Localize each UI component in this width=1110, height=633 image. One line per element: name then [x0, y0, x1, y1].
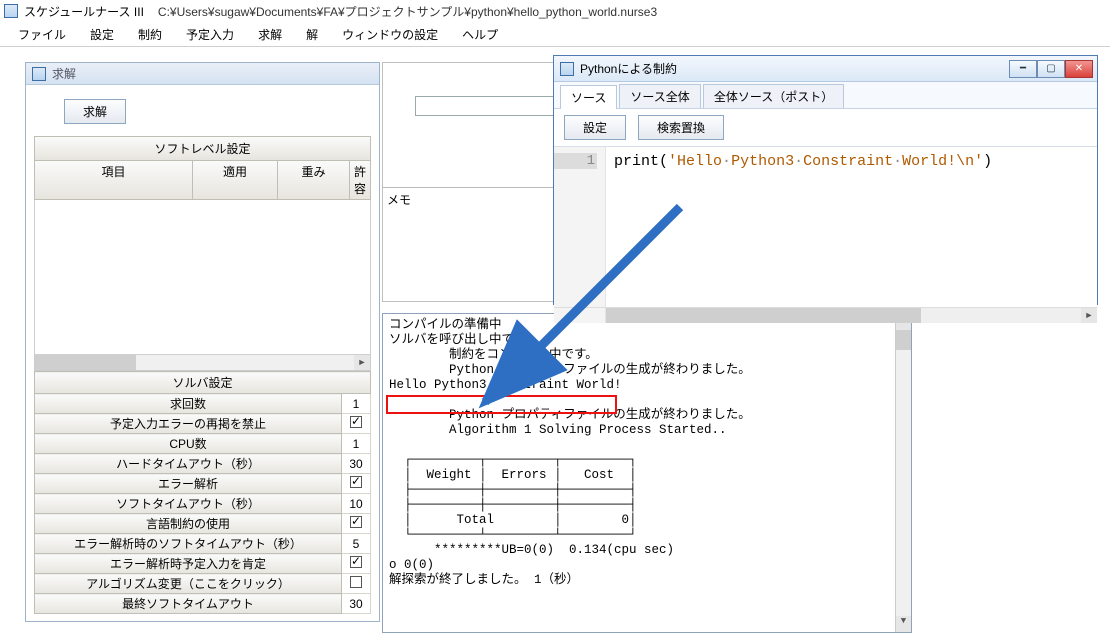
table-row[interactable]: エラー解析時のソフトタイムアウト（秒）5: [35, 534, 371, 554]
row-label: アルゴリズム変更（ここをクリック）: [35, 574, 342, 594]
solve-window-titlebar[interactable]: 求解: [26, 63, 379, 85]
row-value[interactable]: [342, 414, 371, 434]
scroll-right-icon[interactable]: ►: [354, 355, 370, 370]
tab-source-all[interactable]: ソース全体: [619, 84, 700, 108]
memo-label: メモ: [387, 191, 411, 208]
code-hscroll[interactable]: ◄ ►: [554, 307, 1097, 323]
checkbox[interactable]: [350, 516, 362, 528]
app-icon: [4, 4, 18, 18]
tab-source[interactable]: ソース: [560, 85, 617, 109]
scroll-thumb[interactable]: [35, 355, 136, 370]
python-constraint-window: Pythonによる制約 ━ ▢ ✕ ソース ソース全体 全体ソース（ポスト） 設…: [553, 55, 1098, 305]
window-icon: [32, 67, 46, 81]
soft-level-columns: 項目 適用 重み 許容: [34, 161, 371, 200]
table-row[interactable]: エラー解析時予定入力を肯定: [35, 554, 371, 574]
app-file-path: C:¥Users¥sugaw¥Documents¥FA¥プロジェクトサンプル¥p…: [158, 3, 657, 20]
menu-file[interactable]: ファイル: [8, 24, 76, 45]
table-row[interactable]: アルゴリズム変更（ここをクリック）: [35, 574, 371, 594]
workspace: 求解 求解 ソフトレベル設定 項目 適用 重み 許容 ◄ ►: [0, 47, 1110, 631]
console-text: コンパイルの準備中 ソルバを呼び出し中です。 制約をコンパイル中です。 Pyth…: [383, 314, 895, 632]
solver-settings-table: ソルバ設定 求回数1予定入力エラーの再掲を禁止CPU数1ハードタイムアウト（秒）…: [34, 371, 371, 614]
python-window-title: Pythonによる制約: [580, 60, 677, 77]
row-label: 最終ソフトタイムアウト: [35, 594, 342, 614]
row-label: 求回数: [35, 394, 342, 414]
table-row[interactable]: 最終ソフトタイムアウト30: [35, 594, 371, 614]
scroll-down-icon[interactable]: ▼: [896, 616, 911, 632]
tab-source-post[interactable]: 全体ソース（ポスト）: [703, 84, 844, 108]
table-row[interactable]: ハードタイムアウト（秒）30: [35, 454, 371, 474]
col-allow[interactable]: 許容: [350, 161, 370, 199]
code-editor[interactable]: 1 print('Hello·Python3·Constraint·World!…: [554, 147, 1097, 307]
solve-button[interactable]: 求解: [64, 99, 126, 124]
col-weight[interactable]: 重み: [278, 161, 350, 199]
row-label: ハードタイムアウト（秒）: [35, 454, 342, 474]
minimize-button[interactable]: ━: [1009, 60, 1037, 78]
menu-schedule-input[interactable]: 予定入力: [176, 24, 244, 45]
solve-window: 求解 求解 ソフトレベル設定 項目 適用 重み 許容 ◄ ►: [25, 62, 380, 622]
menu-solution[interactable]: 解: [296, 24, 328, 45]
row-label: ソフトタイムアウト（秒）: [35, 494, 342, 514]
row-label: CPU数: [35, 434, 342, 454]
python-tabs: ソース ソース全体 全体ソース（ポスト）: [554, 82, 1097, 109]
row-label: エラー解析時予定入力を肯定: [35, 554, 342, 574]
col-item[interactable]: 項目: [35, 161, 193, 199]
console-vscroll[interactable]: ▲ ▼: [895, 314, 911, 632]
table-row[interactable]: CPU数1: [35, 434, 371, 454]
row-value[interactable]: [342, 574, 371, 594]
row-value[interactable]: 10: [342, 494, 371, 514]
app-titlebar: スケジュールナース III C:¥Users¥sugaw¥Documents¥F…: [0, 0, 1110, 22]
table-row[interactable]: 予定入力エラーの再掲を禁止: [35, 414, 371, 434]
col-apply[interactable]: 適用: [193, 161, 278, 199]
row-value[interactable]: 30: [342, 454, 371, 474]
soft-level-hscroll[interactable]: ◄ ►: [34, 355, 371, 371]
close-button[interactable]: ✕: [1065, 60, 1093, 78]
scroll-thumb[interactable]: [896, 330, 911, 350]
row-value[interactable]: [342, 554, 371, 574]
menu-constraint[interactable]: 制約: [128, 24, 172, 45]
maximize-button[interactable]: ▢: [1037, 60, 1065, 78]
menu-help[interactable]: ヘルプ: [452, 24, 508, 45]
line-gutter: 1: [554, 147, 606, 307]
code-line[interactable]: print('Hello·Python3·Constraint·World!\n…: [606, 147, 1097, 307]
line-number: 1: [554, 153, 597, 169]
row-value[interactable]: [342, 474, 371, 494]
progress-field[interactable]: [415, 96, 555, 116]
row-label: 予定入力エラーの再掲を禁止: [35, 414, 342, 434]
window-icon: [560, 62, 574, 76]
soft-level-body[interactable]: [34, 200, 371, 355]
scroll-thumb[interactable]: [606, 308, 921, 323]
output-console[interactable]: コンパイルの準備中 ソルバを呼び出し中です。 制約をコンパイル中です。 Pyth…: [382, 313, 912, 633]
menubar: ファイル 設定 制約 予定入力 求解 解 ウィンドウの設定 ヘルプ: [0, 22, 1110, 46]
python-toolbar: 設定 検索置換: [554, 109, 1097, 147]
find-replace-button[interactable]: 検索置換: [638, 115, 724, 140]
checkbox[interactable]: [350, 576, 362, 588]
table-row[interactable]: 言語制約の使用: [35, 514, 371, 534]
table-row[interactable]: エラー解析: [35, 474, 371, 494]
menu-window-settings[interactable]: ウィンドウの設定: [332, 24, 448, 45]
python-window-titlebar[interactable]: Pythonによる制約 ━ ▢ ✕: [554, 56, 1097, 82]
solver-settings-header: ソルバ設定: [35, 372, 371, 394]
table-row[interactable]: 求回数1: [35, 394, 371, 414]
settings-button[interactable]: 設定: [564, 115, 626, 140]
menu-settings[interactable]: 設定: [80, 24, 124, 45]
checkbox[interactable]: [350, 476, 362, 488]
app-title: スケジュールナース III: [24, 3, 144, 20]
row-label: エラー解析時のソフトタイムアウト（秒）: [35, 534, 342, 554]
table-row[interactable]: ソフトタイムアウト（秒）10: [35, 494, 371, 514]
soft-level-header: ソフトレベル設定: [34, 136, 371, 161]
menu-solve[interactable]: 求解: [248, 24, 292, 45]
row-value[interactable]: 1: [342, 394, 371, 414]
row-label: エラー解析: [35, 474, 342, 494]
checkbox[interactable]: [350, 416, 362, 428]
row-label: 言語制約の使用: [35, 514, 342, 534]
scroll-right-icon[interactable]: ►: [1081, 308, 1097, 323]
row-value[interactable]: [342, 514, 371, 534]
row-value[interactable]: 5: [342, 534, 371, 554]
row-value[interactable]: 1: [342, 434, 371, 454]
solve-window-title: 求解: [52, 65, 76, 82]
checkbox[interactable]: [350, 556, 362, 568]
row-value[interactable]: 30: [342, 594, 371, 614]
